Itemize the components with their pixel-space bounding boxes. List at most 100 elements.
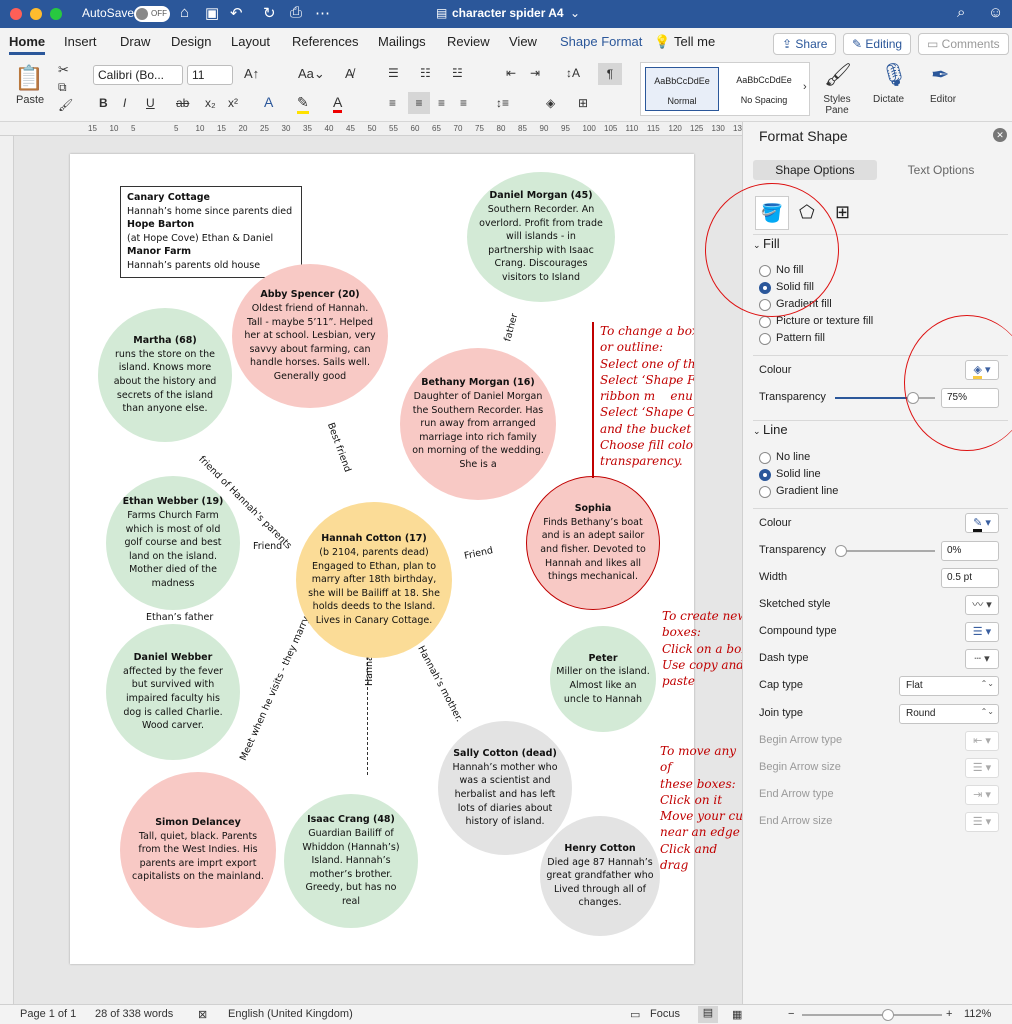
tab-design[interactable]: Design: [171, 34, 211, 49]
redo-icon[interactable]: ↻: [263, 4, 276, 22]
clear-formatting-icon[interactable]: A̸: [345, 66, 354, 81]
bold-icon[interactable]: B: [99, 96, 108, 110]
character-peter[interactable]: Peter Miller on the island. Almost like …: [550, 626, 656, 732]
gallery-more-icon[interactable]: ›: [803, 81, 807, 93]
borders-icon[interactable]: ⊞: [578, 96, 588, 110]
font-color-icon[interactable]: A: [333, 94, 343, 113]
character-hannah-cotton[interactable]: Hannah Cotton (17) (b 2104, parents dead…: [296, 502, 452, 658]
character-abby-spencer[interactable]: Abby Spencer (20) Oldest friend of Hanna…: [232, 264, 388, 408]
radio-gradient-line[interactable]: [759, 486, 771, 498]
line-colour-picker[interactable]: ✎ ▾: [965, 513, 999, 533]
close-panel-icon[interactable]: ✕: [993, 128, 1007, 142]
begin-arrow-size-dropdown[interactable]: ☰ ▾: [965, 758, 999, 778]
text-effects-icon[interactable]: A: [264, 94, 273, 110]
align-center-icon[interactable]: ≡: [408, 92, 430, 114]
strikethrough-icon[interactable]: ab: [176, 96, 189, 110]
change-case-icon[interactable]: Aa⌄: [298, 66, 325, 82]
radio-picture-fill[interactable]: [759, 316, 771, 328]
fill-transparency-slider-track[interactable]: [835, 397, 910, 399]
editor-label[interactable]: Editor: [930, 94, 956, 105]
language-label[interactable]: English (United Kingdom): [228, 1008, 353, 1020]
line-transparency-input[interactable]: 0%: [941, 541, 999, 561]
tab-draw[interactable]: Draw: [120, 34, 150, 49]
zoom-in-icon[interactable]: +: [946, 1008, 952, 1020]
web-layout-icon[interactable]: ▦: [732, 1008, 742, 1021]
numbering-icon[interactable]: ☷: [420, 66, 431, 80]
location-key-box[interactable]: Canary Cottage Hannah’s home since paren…: [120, 186, 302, 278]
tab-text-options[interactable]: Text Options: [879, 160, 1003, 180]
editor-icon[interactable]: ✒: [931, 62, 949, 88]
zoom-slider-track[interactable]: [802, 1014, 942, 1016]
character-ethan-webber[interactable]: Ethan Webber (19) Farms Church Farm whic…: [106, 476, 240, 610]
save-icon[interactable]: ▣: [205, 4, 219, 22]
autosave-toggle[interactable]: OFF: [134, 6, 170, 22]
editing-button[interactable]: ✎ Editing: [843, 33, 912, 55]
maximize-window-button[interactable]: [50, 8, 62, 20]
page-count[interactable]: Page 1 of 1: [20, 1008, 76, 1020]
size-layout-icon[interactable]: ⊞: [835, 202, 850, 223]
undo-icon[interactable]: ↶: [230, 4, 243, 22]
begin-arrow-type-dropdown[interactable]: ⇤ ▾: [965, 731, 999, 751]
align-right-icon[interactable]: ≡: [438, 96, 445, 110]
more-icon[interactable]: ⋯: [315, 4, 330, 22]
tab-mailings[interactable]: Mailings: [378, 34, 426, 49]
tab-view[interactable]: View: [509, 34, 537, 49]
font-name-select[interactable]: Calibri (Bo...: [93, 65, 183, 85]
home-icon[interactable]: ⌂: [180, 4, 189, 21]
sketched-style-dropdown[interactable]: 〰 ▾: [965, 595, 999, 615]
title-chevron-icon[interactable]: ⌄: [570, 6, 580, 20]
styles-pane-label[interactable]: Styles Pane: [822, 94, 852, 116]
dictate-label[interactable]: Dictate: [873, 94, 904, 105]
character-henry-cotton[interactable]: Henry Cotton Died age 87 Hannah’s great …: [540, 816, 660, 936]
sort-icon[interactable]: ↕A: [566, 66, 580, 80]
character-daniel-morgan[interactable]: Daniel Morgan (45) Southern Recorder. An…: [467, 172, 615, 302]
character-sally-cotton[interactable]: Sally Cotton (dead) Hannah’s mother who …: [438, 721, 572, 855]
character-sophia[interactable]: Sophia Finds Bethany’s boat and is an ad…: [526, 476, 660, 610]
tab-references[interactable]: References: [292, 34, 358, 49]
radio-no-line[interactable]: [759, 452, 771, 464]
character-daniel-webber[interactable]: Daniel Webber affected by the fever but …: [106, 624, 240, 760]
decrease-indent-icon[interactable]: ⇤: [506, 66, 516, 80]
tab-shape-format[interactable]: Shape Format: [560, 34, 642, 49]
note-create-boxes[interactable]: To create new boxes: Click on a box Use …: [662, 608, 752, 689]
focus-label[interactable]: Focus: [650, 1008, 680, 1020]
zoom-slider-knob[interactable]: [882, 1009, 894, 1021]
proofing-icon[interactable]: ⊠: [198, 1008, 207, 1021]
zoom-out-icon[interactable]: −: [788, 1008, 794, 1020]
width-input[interactable]: 0.5 pt: [941, 568, 999, 588]
paste-icon[interactable]: 📋: [14, 64, 44, 93]
microphone-icon[interactable]: 🎙: [880, 62, 908, 88]
close-window-button[interactable]: [10, 8, 22, 20]
share-button[interactable]: ⇪ Share: [773, 33, 837, 55]
focus-icon[interactable]: ▭: [630, 1008, 640, 1021]
style-normal[interactable]: AaBbCcDdEe Normal: [645, 67, 719, 111]
character-isaac-crang[interactable]: Isaac Crang (48) Guardian Bailiff of Whi…: [284, 794, 418, 928]
radio-solid-line[interactable]: [759, 469, 771, 481]
format-painter-icon[interactable]: 🖌: [58, 98, 73, 112]
increase-indent-icon[interactable]: ⇥: [530, 66, 540, 80]
minimize-window-button[interactable]: [30, 8, 42, 20]
superscript-icon[interactable]: x²: [228, 96, 238, 110]
character-bethany-morgan[interactable]: Bethany Morgan (16) Daughter of Daniel M…: [400, 348, 556, 500]
align-left-icon[interactable]: ≡: [389, 96, 396, 110]
line-transparency-slider-knob[interactable]: [835, 545, 847, 557]
zoom-level[interactable]: 112%: [964, 1008, 991, 1020]
line-spacing-icon[interactable]: ↕≡: [496, 96, 509, 110]
end-arrow-type-dropdown[interactable]: ⇥ ▾: [965, 785, 999, 805]
paste-label[interactable]: Paste: [16, 94, 44, 106]
subscript-icon[interactable]: x₂: [205, 96, 216, 110]
line-transparency-slider-track[interactable]: [839, 550, 935, 552]
show-formatting-icon[interactable]: ¶: [598, 63, 622, 85]
tab-home[interactable]: Home: [9, 34, 46, 55]
tab-layout[interactable]: Layout: [231, 34, 270, 49]
justify-icon[interactable]: ≡: [460, 96, 467, 110]
end-arrow-size-dropdown[interactable]: ☰ ▾: [965, 812, 999, 832]
italic-icon[interactable]: I: [123, 96, 126, 110]
join-type-select[interactable]: Round: [899, 704, 999, 724]
account-icon[interactable]: ☺: [988, 4, 1003, 21]
radio-pattern-fill[interactable]: [759, 333, 771, 345]
cut-icon[interactable]: ✂: [58, 62, 69, 78]
compound-type-dropdown[interactable]: ☰ ▾: [965, 622, 999, 642]
print-icon[interactable]: ⎙: [290, 4, 302, 21]
tell-me-field[interactable]: Tell me: [674, 34, 715, 49]
